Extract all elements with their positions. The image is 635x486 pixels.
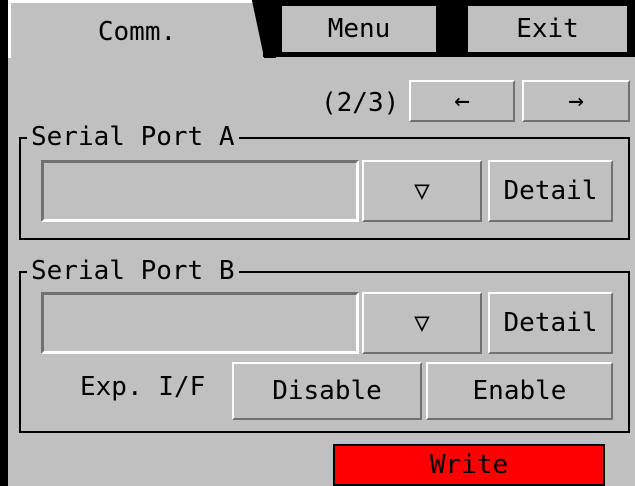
serial-port-b-dropdown-button[interactable]: ▽ <box>362 292 482 354</box>
arrow-right-icon: → <box>568 86 584 116</box>
serial-port-a-dropdown-button[interactable]: ▽ <box>362 160 482 222</box>
write-button[interactable]: Write <box>333 444 605 486</box>
serial-port-b-detail-button[interactable]: Detail <box>488 292 613 354</box>
tab-comm-label: Comm. <box>97 17 177 47</box>
write-button-label: Write <box>429 450 509 480</box>
serial-port-b-detail-label: Detail <box>503 308 598 338</box>
serial-port-b-title: Serial Port B <box>27 257 239 285</box>
serial-port-a-detail-label: Detail <box>503 176 598 206</box>
tab-comm[interactable]: Comm. <box>8 0 263 58</box>
exp-if-disable-button[interactable]: Disable <box>232 362 422 420</box>
triangle-down-icon: ▽ <box>414 176 430 206</box>
triangle-down-icon: ▽ <box>414 308 430 338</box>
menu-button-label: Menu <box>327 14 391 44</box>
next-page-button[interactable]: → <box>522 80 630 122</box>
exp-if-label: Exp. I/F <box>80 372 206 402</box>
exp-if-disable-label: Disable <box>272 376 382 406</box>
prev-page-button[interactable]: ← <box>409 80 515 122</box>
serial-port-a-field[interactable] <box>41 160 359 222</box>
exit-button-label: Exit <box>516 14 579 44</box>
menu-button[interactable]: Menu <box>279 3 439 55</box>
exit-button[interactable]: Exit <box>465 3 630 55</box>
serial-port-a-title: Serial Port A <box>27 123 239 151</box>
exp-if-enable-button[interactable]: Enable <box>426 362 613 420</box>
serial-port-a-detail-button[interactable]: Detail <box>488 160 613 222</box>
exp-if-enable-label: Enable <box>472 376 567 406</box>
arrow-left-icon: ← <box>454 86 470 116</box>
page-indicator: (2/3) <box>321 88 400 118</box>
serial-port-b-field[interactable] <box>41 292 359 354</box>
